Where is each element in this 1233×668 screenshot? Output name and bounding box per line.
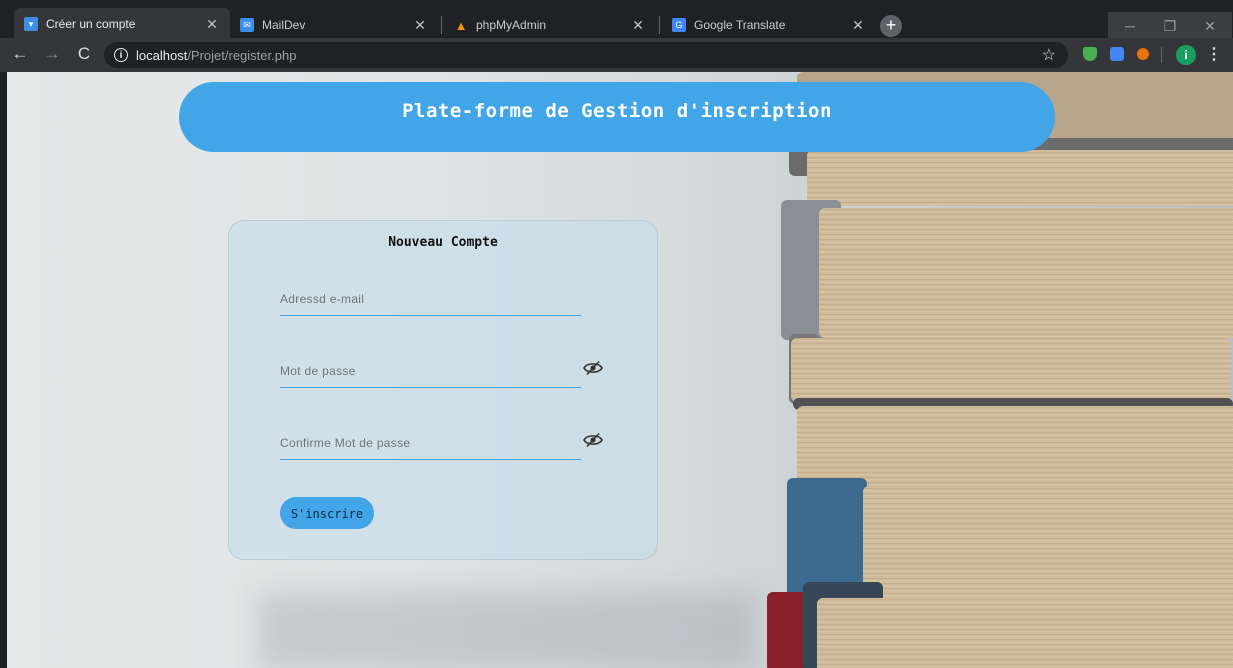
menu-icon[interactable]: ⋮ [1206,44,1222,64]
register-form: Nouveau Compte S'inscrire [228,220,658,560]
password-field [280,357,581,388]
tab-separator [441,16,442,34]
window-close-icon[interactable]: ✕ [1192,12,1228,40]
tab-label: Google Translate [694,18,786,32]
shield-extension-icon[interactable] [1083,47,1097,61]
eye-slash-icon[interactable] [583,432,603,448]
forward-icon[interactable]: → [40,42,64,66]
minimize-icon[interactable]: ─ [1112,12,1148,40]
url-host: localhost [136,47,188,63]
tab-separator [659,16,660,34]
tab-creer-compte[interactable]: ▾ Créer un compte ✕ [14,8,230,40]
back-icon[interactable]: ← [8,42,32,66]
confirm-password-input[interactable] [280,429,560,457]
mail-icon: ✉ [240,18,254,32]
password-input[interactable] [280,357,560,385]
toolbar-divider [1161,47,1162,63]
email-field [280,285,581,316]
page-icon: ▾ [24,17,38,31]
phpmyadmin-icon: ▲ [454,17,468,33]
translate-extension-icon[interactable] [1110,47,1124,61]
address-bar[interactable]: i localhost/Projet/register.php ☆ [104,42,1068,68]
close-icon[interactable]: ✕ [630,17,646,34]
page-viewport: Plate-forme de Gestion d'inscription Nou… [7,72,1233,668]
form-title: Nouveau Compte [388,235,498,250]
browser-chrome: ▾ Créer un compte ✕ ✉ MailDev ✕ ▲ phpMyA… [0,0,1233,72]
window-controls: ─ ❐ ✕ [1108,12,1232,38]
close-icon[interactable]: ✕ [412,17,428,34]
confirm-password-field [280,429,581,460]
info-icon[interactable]: i [114,48,128,62]
tab-bar: ▾ Créer un compte ✕ ✉ MailDev ✕ ▲ phpMyA… [0,6,1233,40]
tab-phpmyadmin[interactable]: ▲ phpMyAdmin ✕ [444,10,656,40]
page-title: Plate-forme de Gestion d'inscription [402,100,832,122]
register-button[interactable]: S'inscrire [280,497,374,529]
header-banner: Plate-forme de Gestion d'inscription [179,82,1055,152]
close-icon[interactable]: ✕ [204,16,220,33]
url-path: /Projet/register.php [187,47,297,63]
tab-maildev[interactable]: ✉ MailDev ✕ [230,10,438,40]
tab-label: Créer un compte [46,17,136,31]
new-tab-button[interactable]: + [880,15,902,37]
reload-icon[interactable]: C [72,42,96,66]
restore-icon[interactable]: ❐ [1152,12,1188,40]
browser-toolbar: ← → C i localhost/Projet/register.php ☆ … [0,38,1233,72]
profile-avatar[interactable]: i [1176,45,1196,65]
translate-icon: G [672,18,686,32]
email-input[interactable] [280,285,560,313]
books-background-image [767,72,1233,668]
tab-google-translate[interactable]: G Google Translate ✕ [662,10,876,40]
close-icon[interactable]: ✕ [850,17,866,34]
extension-icon[interactable] [1137,48,1149,60]
tab-label: phpMyAdmin [476,18,547,32]
tab-label: MailDev [262,18,306,32]
eye-slash-icon[interactable] [583,360,603,376]
bookmark-star-icon[interactable]: ☆ [1042,45,1056,65]
